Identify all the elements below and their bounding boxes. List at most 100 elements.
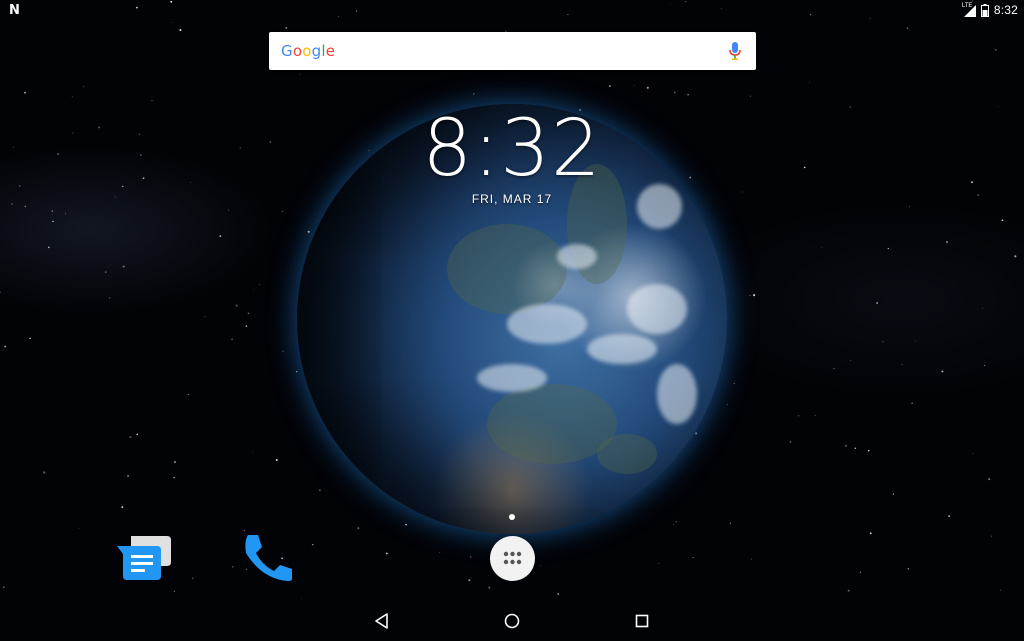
star xyxy=(24,91,26,94)
star xyxy=(727,403,728,405)
star xyxy=(4,345,7,348)
star xyxy=(845,445,847,447)
star xyxy=(405,523,407,526)
star xyxy=(71,96,73,98)
star xyxy=(47,246,50,249)
n-logo-icon: N xyxy=(9,3,20,18)
star xyxy=(1001,219,1004,222)
messages-app-icon[interactable] xyxy=(117,532,175,584)
star xyxy=(282,211,284,213)
star xyxy=(179,28,182,32)
star xyxy=(151,99,153,101)
star xyxy=(948,515,950,518)
star xyxy=(235,304,238,307)
star xyxy=(228,209,230,211)
star xyxy=(52,220,54,223)
home-icon[interactable] xyxy=(501,610,523,632)
star xyxy=(219,235,222,237)
back-icon[interactable] xyxy=(371,610,393,632)
star xyxy=(127,474,130,477)
star xyxy=(299,73,301,75)
star xyxy=(646,86,649,89)
network-label: LTE xyxy=(961,3,973,9)
star xyxy=(994,48,997,51)
star xyxy=(977,194,979,196)
clock-date[interactable]: FRI, MAR 17 xyxy=(412,192,612,206)
star xyxy=(138,133,140,135)
star xyxy=(907,568,909,570)
star xyxy=(892,493,895,495)
star xyxy=(104,271,107,274)
star xyxy=(245,325,248,327)
phone-app-icon[interactable] xyxy=(242,533,294,583)
status-icons: LTE 8:32 xyxy=(962,2,1018,18)
star xyxy=(729,522,731,524)
star xyxy=(187,394,189,395)
star xyxy=(997,106,999,107)
star xyxy=(122,185,124,188)
star xyxy=(488,586,491,589)
recents-icon[interactable] xyxy=(631,610,653,632)
star xyxy=(798,415,800,417)
star xyxy=(689,176,692,179)
google-search-bar[interactable]: Google xyxy=(269,32,756,70)
star xyxy=(231,338,233,341)
star xyxy=(29,337,31,340)
navigation-bar xyxy=(0,600,1024,641)
mic-icon[interactable] xyxy=(728,41,742,61)
star xyxy=(972,453,974,455)
star xyxy=(243,529,246,532)
star xyxy=(139,154,142,156)
star xyxy=(887,247,889,250)
star xyxy=(882,341,884,343)
star xyxy=(173,476,175,479)
star xyxy=(98,126,100,129)
star xyxy=(809,81,810,83)
star xyxy=(57,153,59,155)
star xyxy=(970,181,974,184)
star xyxy=(269,141,272,143)
star xyxy=(13,146,15,148)
battery-icon xyxy=(980,3,989,17)
star xyxy=(557,593,560,595)
star xyxy=(121,506,124,509)
star xyxy=(741,191,743,193)
star xyxy=(204,316,206,318)
page-indicator-dot xyxy=(509,514,515,520)
star xyxy=(319,489,321,491)
star xyxy=(847,589,850,592)
star xyxy=(142,177,145,180)
star xyxy=(129,436,132,439)
clock-time[interactable]: 8:32 xyxy=(412,106,612,192)
star xyxy=(915,340,916,342)
star xyxy=(78,528,80,529)
star xyxy=(733,382,735,385)
star xyxy=(253,289,255,291)
star xyxy=(909,206,911,208)
star xyxy=(675,521,677,523)
star xyxy=(311,543,314,546)
star xyxy=(988,478,991,481)
star xyxy=(247,312,250,314)
star xyxy=(901,364,903,366)
star xyxy=(634,85,635,86)
google-logo-letter: g xyxy=(311,42,322,60)
status-time: 8:32 xyxy=(993,3,1018,17)
star xyxy=(0,291,1,293)
star xyxy=(692,557,694,559)
star xyxy=(11,203,13,205)
star xyxy=(468,579,471,582)
star xyxy=(982,308,983,310)
star xyxy=(990,535,992,537)
google-logo-letter: e xyxy=(325,42,336,60)
star xyxy=(174,461,176,463)
all-apps-button[interactable] xyxy=(490,536,535,581)
star xyxy=(385,552,388,555)
star xyxy=(173,590,176,593)
star xyxy=(876,302,879,304)
star xyxy=(803,166,806,169)
google-logo: Google xyxy=(281,42,335,60)
star xyxy=(72,132,74,134)
star xyxy=(999,589,1002,591)
star xyxy=(239,147,241,149)
